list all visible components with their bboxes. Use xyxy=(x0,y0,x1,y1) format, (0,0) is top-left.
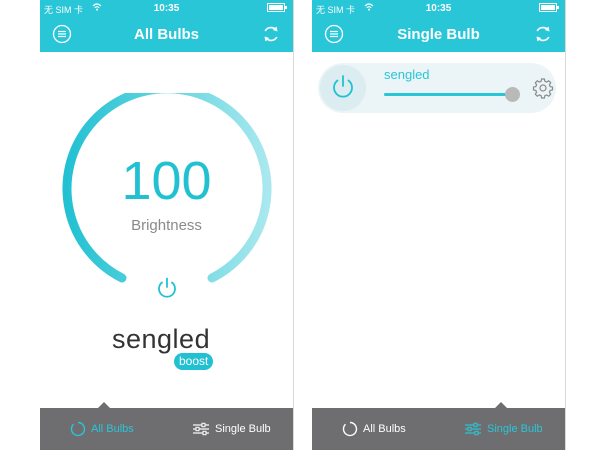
power-button[interactable] xyxy=(154,275,180,306)
page-title: All Bulbs xyxy=(133,26,199,43)
circle-icon xyxy=(342,421,358,437)
page-title: Single Bulb xyxy=(397,26,480,43)
refresh-button[interactable] xyxy=(261,24,283,46)
power-icon xyxy=(158,277,176,298)
nav-bar: Single Bulb xyxy=(312,18,565,52)
tab-label: All Bulbs xyxy=(91,423,134,435)
all-bulbs-screen: 无 SIM 卡 10:35 All Bulbs 100 Brightness s… xyxy=(40,0,293,450)
tab-bar: All Bulbs Single Bulb xyxy=(40,402,293,450)
tab-all-bulbs[interactable]: All Bulbs xyxy=(342,408,406,450)
bulb-power-button[interactable] xyxy=(320,65,366,111)
status-bar: 无 SIM 卡 10:35 xyxy=(312,0,565,18)
status-bar: 无 SIM 卡 10:35 xyxy=(40,0,293,18)
power-icon xyxy=(333,75,353,98)
sengled-boost-logo: sengled boost xyxy=(110,324,230,374)
refresh-icon xyxy=(264,26,278,42)
single-bulb-screen: 无 SIM 卡 10:35 Single Bulb sengled All Bu… xyxy=(312,0,565,450)
slider-fill xyxy=(384,93,512,96)
battery-icon xyxy=(539,3,561,14)
tab-label: All Bulbs xyxy=(363,423,406,435)
brightness-value: 100 xyxy=(121,151,212,211)
logo-wordmark: sengled xyxy=(112,324,211,354)
status-time: 10:35 xyxy=(425,3,452,14)
slider-thumb[interactable] xyxy=(505,87,520,102)
nav-bar: All Bulbs xyxy=(40,18,293,52)
tab-label: Single Bulb xyxy=(215,423,271,435)
gear-icon xyxy=(532,78,554,99)
tab-label: Single Bulb xyxy=(487,423,543,435)
bulb-name: sengled xyxy=(384,67,430,82)
refresh-button[interactable] xyxy=(533,24,555,46)
tab-single-bulb[interactable]: Single Bulb xyxy=(464,408,543,450)
tab-all-bulbs[interactable]: All Bulbs xyxy=(70,408,134,450)
sliders-icon xyxy=(465,422,481,436)
refresh-icon xyxy=(536,26,550,42)
tab-bar: All Bulbs Single Bulb xyxy=(312,402,565,450)
brightness-slider[interactable] xyxy=(384,87,520,102)
battery-icon xyxy=(267,3,289,14)
bulb-card: sengled xyxy=(318,63,556,113)
circle-icon xyxy=(70,421,86,437)
logo-badge: boost xyxy=(174,353,214,370)
status-time: 10:35 xyxy=(153,3,180,14)
brightness-label: Brightness xyxy=(131,217,202,234)
bulb-settings-button[interactable] xyxy=(532,77,554,104)
tab-single-bulb[interactable]: Single Bulb xyxy=(192,408,271,450)
sliders-icon xyxy=(193,422,209,436)
